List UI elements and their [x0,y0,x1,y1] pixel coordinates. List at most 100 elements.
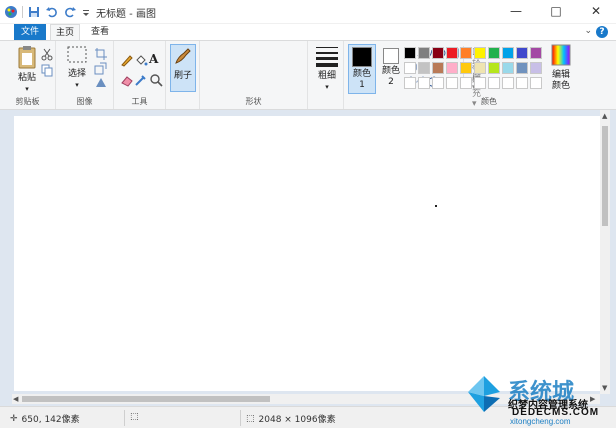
paint-app-icon[interactable] [4,5,18,19]
text-tool-icon[interactable]: A [149,52,163,66]
save-icon[interactable] [27,5,41,19]
color1-button[interactable]: 颜色 1 [348,44,376,94]
rotate-icon[interactable] [94,75,108,89]
window-controls: — □ ✕ [496,0,616,22]
color-picker-icon[interactable] [134,73,148,87]
color-swatch[interactable] [446,62,458,74]
quick-access-toolbar [4,4,95,20]
color-swatch[interactable] [404,62,416,74]
help-icon[interactable]: ? [596,26,608,38]
vertical-scroll-thumb[interactable] [602,126,608,226]
color-swatch[interactable] [530,47,542,59]
brushes-button[interactable]: 刷子 [170,44,196,92]
cursor-position-text: 650, 142像素 [21,415,80,425]
magnifier-icon[interactable] [149,73,163,87]
color1-label: 颜色 1 [352,69,371,90]
tab-home[interactable]: 主页 [50,24,80,41]
paste-button[interactable]: 粘贴 ▾ [14,45,40,95]
cursor-position: ✛ 650, 142像素 [10,412,80,426]
crop-icon[interactable] [94,47,108,61]
customize-qat-icon[interactable] [81,5,95,19]
color-swatch[interactable] [460,47,472,59]
color-swatch[interactable] [474,47,486,59]
colors-group-label: 颜色 [481,97,497,106]
size-label: 粗细 [317,71,336,81]
custom-color-swatch[interactable] [502,77,514,89]
color-swatch[interactable] [516,47,528,59]
status-divider [240,410,241,426]
brushes-label: 刷子 [173,71,192,81]
select-icon [67,46,87,63]
image-group-label: 图像 [76,97,93,106]
canvas-size-text: 2048 × 1096像素 [258,415,336,425]
color-swatch[interactable] [404,47,416,59]
color-swatch[interactable] [502,62,514,74]
title-bar: 无标题 - 画图 — □ ✕ [0,0,616,24]
size-button[interactable]: 粗细 ▾ [314,45,340,93]
custom-color-swatch[interactable] [432,77,444,89]
color2-label: 颜色 2 [381,66,400,87]
select-label: 选择 [67,69,86,79]
color-swatch[interactable] [432,62,444,74]
tab-file[interactable]: 文件 [14,24,46,40]
edit-colors-button[interactable]: 编辑颜色 [546,44,576,92]
custom-color-swatch[interactable] [474,77,486,89]
paste-label: 粘贴 [17,73,36,83]
color-swatch[interactable] [488,62,500,74]
drawing-canvas[interactable] [14,116,600,391]
watermark-site3: xitongcheng.com [510,417,571,426]
tools-group-label: 工具 [131,97,148,106]
color-swatch[interactable] [418,47,430,59]
color-swatch[interactable] [432,47,444,59]
custom-color-swatch[interactable] [530,77,542,89]
minimize-button[interactable]: — [496,0,536,22]
tools-group: A 工具 [114,41,166,109]
shapes-group: ▴▾▾ ◪ 轮廓 ▾ ◈ 填充 ▾ 形状 [200,41,481,109]
resize-icon[interactable] [94,61,108,75]
custom-color-swatch[interactable] [516,77,528,89]
close-button[interactable]: ✕ [576,0,616,22]
paste-dropdown-icon: ▾ [25,85,29,93]
color-swatch[interactable] [530,62,542,74]
maximize-button[interactable]: □ [536,0,576,22]
select-dropdown-icon: ▾ [75,81,79,89]
color2-button[interactable]: 颜色 2 [378,44,404,94]
custom-color-swatch[interactable] [446,77,458,89]
color-swatch[interactable] [474,62,486,74]
custom-color-swatch[interactable] [418,77,430,89]
scroll-left-icon[interactable]: ◀ [13,395,18,403]
custom-color-swatch[interactable] [488,77,500,89]
color-swatch[interactable] [488,47,500,59]
undo-icon[interactable] [45,5,59,19]
qat-divider [22,6,23,18]
brush-icon [175,48,191,64]
canvas-dot [435,205,437,207]
color-swatch[interactable] [460,62,472,74]
scroll-up-icon[interactable]: ▲ [602,112,607,120]
line-size-icon [316,47,338,67]
edit-colors-icon [551,44,571,66]
custom-color-swatch[interactable] [404,77,416,89]
copy-icon[interactable] [40,63,54,77]
custom-color-swatch[interactable] [460,77,472,89]
collapse-ribbon-icon[interactable]: ⌄ [584,26,592,36]
pencil-icon[interactable] [120,53,134,67]
clipboard-icon [18,46,36,69]
shapes-group-label: 形状 [245,97,262,106]
tab-view[interactable]: 查看 [84,24,116,40]
redo-icon[interactable] [63,5,77,19]
edit-colors-label: 编辑颜色 [551,70,570,91]
cut-icon[interactable] [40,47,54,61]
eraser-icon[interactable] [120,73,134,87]
ribbon-tabs: 文件 主页 查看 ⌄ ? [0,24,616,41]
color-swatch[interactable] [446,47,458,59]
color-swatch[interactable] [502,47,514,59]
select-button[interactable]: 选择 ▾ [64,45,90,91]
size-group: 粗细 ▾ [308,41,344,109]
color-swatch[interactable] [418,62,430,74]
color-swatch[interactable] [516,62,528,74]
horizontal-scroll-thumb[interactable] [22,396,270,402]
size-dropdown-icon: ▾ [325,83,329,91]
fill-bucket-icon[interactable] [134,53,148,67]
canvas-size-icon: ⬚ [246,413,255,424]
